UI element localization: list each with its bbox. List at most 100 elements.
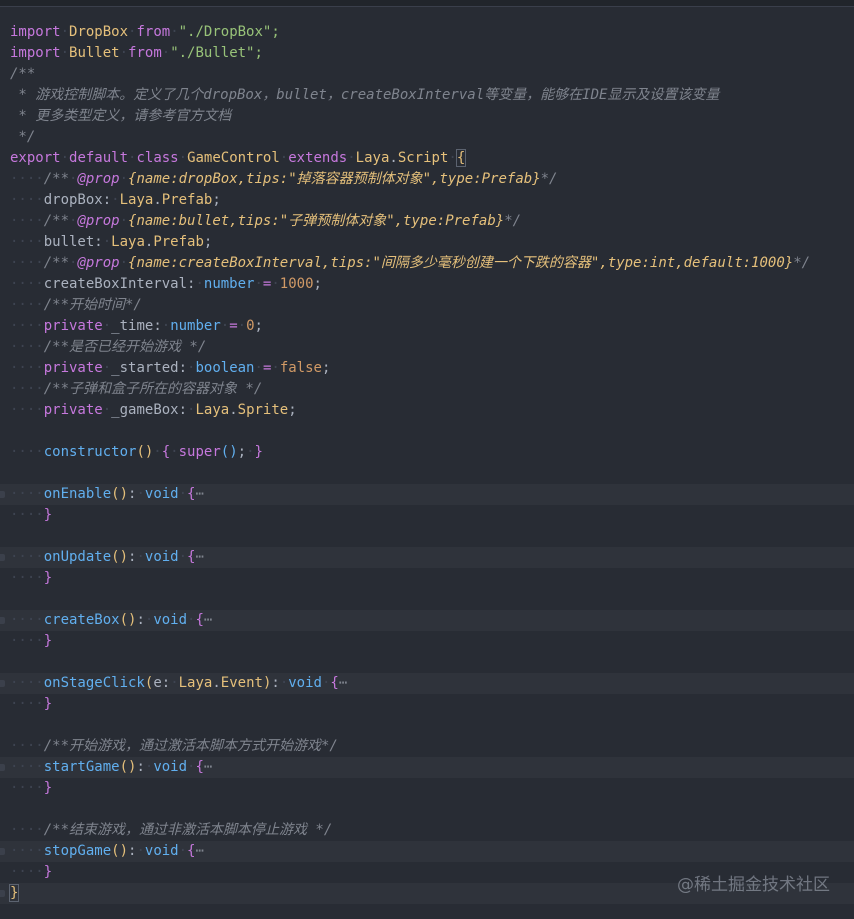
code-line[interactable]: ····createBoxInterval:·number·=·1000; xyxy=(0,274,854,295)
code-line[interactable]: import·Bullet·from·"./Bullet"; xyxy=(0,43,854,64)
code-line[interactable] xyxy=(0,715,854,736)
code-line[interactable]: * 游戏控制脚本。定义了几个dropBox，bullet，createBoxIn… xyxy=(0,85,854,106)
code-line[interactable]: ····constructor()·{·super();·} xyxy=(0,442,854,463)
fold-marker[interactable] xyxy=(0,764,5,771)
jsdoc-tag: @prop xyxy=(77,213,120,229)
method-name: constructor xyxy=(43,444,137,460)
keyword: private xyxy=(43,318,103,334)
code-line[interactable]: ····} xyxy=(0,568,854,589)
comment: */ xyxy=(10,129,36,145)
property-name: bullet xyxy=(43,234,95,250)
code-line[interactable] xyxy=(0,589,854,610)
namespace: Laya xyxy=(111,234,145,250)
fold-marker[interactable] xyxy=(0,890,5,897)
editor-top-bar xyxy=(0,0,854,7)
type-name: number xyxy=(203,276,255,292)
fold-ellipsis-icon[interactable]: ⋯ xyxy=(204,612,212,628)
parameter-name: e xyxy=(153,675,162,691)
keyword: super xyxy=(178,444,221,460)
code-editor[interactable]: import·DropBox·from·"./DropBox"; import·… xyxy=(0,22,854,904)
folded-method-line[interactable]: ····startGame():·void·{⋯ xyxy=(0,757,854,778)
type-name: number xyxy=(170,318,221,334)
code-line[interactable] xyxy=(0,799,854,820)
code-line[interactable]: ····/**是否已经开始游戏 */ xyxy=(0,337,854,358)
close-brace: } xyxy=(43,696,53,712)
type-name: Script xyxy=(397,150,449,166)
type-name: void xyxy=(144,549,179,565)
code-line[interactable]: ····private·_time:·number·=·0; xyxy=(0,316,854,337)
code-line[interactable]: ····/**子弹和盒子所在的容器对象 */ xyxy=(0,379,854,400)
code-line[interactable]: ····/**结束游戏，通过非激活本脚本停止游戏 */ xyxy=(0,820,854,841)
code-line[interactable] xyxy=(0,652,854,673)
property-name: createBoxInterval xyxy=(43,276,188,292)
fold-marker[interactable] xyxy=(0,680,5,687)
fold-marker[interactable] xyxy=(0,848,5,855)
comment: * 游戏控制脚本。定义了几个dropBox，bullet，createBoxIn… xyxy=(10,87,720,103)
fold-ellipsis-icon[interactable]: ⋯ xyxy=(195,486,203,502)
folded-method-line[interactable]: ····createBox():·void·{⋯ xyxy=(0,610,854,631)
type-name: void xyxy=(288,675,322,691)
code-line[interactable]: ····} xyxy=(0,778,854,799)
namespace: Laya xyxy=(355,150,390,166)
method-name: onStageClick xyxy=(43,675,145,691)
code-line[interactable]: ····private·_gameBox:·Laya.Sprite; xyxy=(0,400,854,421)
method-name: stopGame xyxy=(43,843,112,859)
code-line[interactable] xyxy=(0,463,854,484)
code-line[interactable]: ····} xyxy=(0,694,854,715)
jsdoc-body: {name:bullet,tips:"子弹预制体对象",type:Prefab} xyxy=(128,213,505,229)
code-line[interactable]: ····bullet:·Laya.Prefab; xyxy=(0,232,854,253)
code-line[interactable]: export·default·class·GameControl·extends… xyxy=(0,148,854,169)
close-brace: } xyxy=(43,507,53,523)
code-line[interactable] xyxy=(0,526,854,547)
fold-ellipsis-icon[interactable]: ⋯ xyxy=(195,549,203,565)
keyword: default xyxy=(69,150,129,166)
folded-method-line[interactable]: ····onEnable():·void·{⋯ xyxy=(0,484,854,505)
open-brace: { xyxy=(455,149,467,167)
type-name: Event xyxy=(220,675,263,691)
jsdoc-tag: @prop xyxy=(77,171,120,187)
method-name: createBox xyxy=(43,612,120,628)
comment: /**结束游戏，通过非激活本脚本停止游戏 */ xyxy=(43,822,333,838)
namespace: Laya xyxy=(178,675,213,691)
fold-marker[interactable] xyxy=(0,491,5,498)
jsdoc-body: {name:createBoxInterval,tips:"间隔多少毫秒创建一个… xyxy=(128,255,794,271)
type-name: boolean xyxy=(195,360,255,376)
folded-method-line[interactable]: ····onStageClick(e:·Laya.Event):·void·{⋯ xyxy=(0,673,854,694)
fold-ellipsis-icon[interactable]: ⋯ xyxy=(204,759,212,775)
type-name: void xyxy=(153,612,188,628)
folded-method-line[interactable]: ····onUpdate():·void·{⋯ xyxy=(0,547,854,568)
code-line[interactable]: */ xyxy=(0,127,854,148)
jsdoc-body: {name:dropBox,tips:"掉落容器预制体对象",type:Pref… xyxy=(128,171,541,187)
identifier: Bullet xyxy=(69,45,120,61)
code-line[interactable]: ····} xyxy=(0,631,854,652)
comment: /**开始游戏，通过激活本脚本方式开始游戏*/ xyxy=(43,738,338,754)
comment: /** xyxy=(43,171,70,187)
fold-ellipsis-icon[interactable]: ⋯ xyxy=(195,843,203,859)
fold-marker[interactable] xyxy=(0,617,5,624)
code-line[interactable]: ····/**开始游戏，通过激活本脚本方式开始游戏*/ xyxy=(0,736,854,757)
code-line[interactable]: ····/**开始时间*/ xyxy=(0,295,854,316)
code-line[interactable] xyxy=(0,421,854,442)
comment: /**是否已经开始游戏 */ xyxy=(43,339,207,355)
code-line[interactable]: ····/**·@prop·{name:createBoxInterval,ti… xyxy=(0,253,854,274)
code-line[interactable]: ····/**·@prop·{name:dropBox,tips:"掉落容器预制… xyxy=(0,169,854,190)
type-name: Prefab xyxy=(153,234,204,250)
fold-ellipsis-icon[interactable]: ⋯ xyxy=(339,675,347,691)
property-name: _gameBox xyxy=(111,402,179,418)
class-name: GameControl xyxy=(187,150,280,166)
type-name: Prefab xyxy=(161,192,213,208)
code-line[interactable]: /** xyxy=(0,64,854,85)
code-line[interactable]: ····private·_started:·boolean·=·false; xyxy=(0,358,854,379)
code-line[interactable]: ····/**·@prop·{name:bullet,tips:"子弹预制体对象… xyxy=(0,211,854,232)
identifier: DropBox xyxy=(69,24,129,40)
namespace: Laya xyxy=(195,402,230,418)
keyword: private xyxy=(43,360,103,376)
code-line[interactable]: import·DropBox·from·"./DropBox"; xyxy=(0,22,854,43)
folded-method-line[interactable]: ····stopGame():·void·{⋯ xyxy=(0,841,854,862)
code-line[interactable]: * 更多类型定义，请参考官方文档 xyxy=(0,106,854,127)
code-line[interactable]: ····} xyxy=(0,505,854,526)
comment: */ xyxy=(793,255,811,271)
code-line[interactable]: ····dropBox:·Laya.Prefab; xyxy=(0,190,854,211)
method-name: onEnable xyxy=(43,486,112,502)
fold-marker[interactable] xyxy=(0,554,5,561)
